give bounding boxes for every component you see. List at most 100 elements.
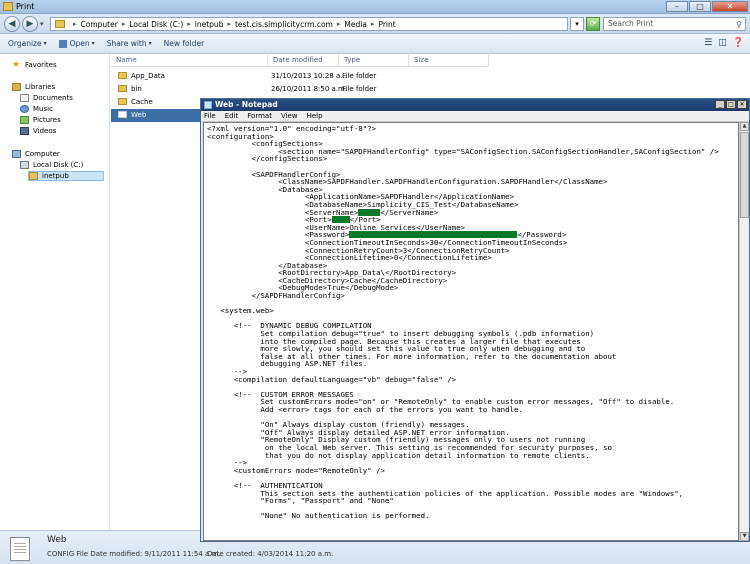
- organize-label: Organize: [8, 39, 42, 48]
- chevron-down-icon: ▾: [148, 40, 152, 47]
- code-line: </SAPDFHandlerConfig>: [207, 291, 345, 301]
- share-with-label: Share with: [106, 39, 147, 48]
- nav-videos-label: Videos: [33, 127, 57, 135]
- new-folder-label: New folder: [163, 39, 205, 48]
- view-options-icon[interactable]: ☰: [704, 38, 712, 48]
- computer-icon: [12, 150, 21, 158]
- pictures-icon: [20, 116, 29, 124]
- explorer-titlebar[interactable]: Print – □ ✕: [0, 0, 750, 14]
- nav-pictures[interactable]: Pictures: [20, 116, 61, 124]
- config-file-icon: [118, 111, 127, 118]
- chevron-right-icon: ▸: [370, 20, 375, 28]
- notepad-title: Web - Notepad: [215, 100, 278, 109]
- menu-edit[interactable]: Edit: [225, 112, 239, 120]
- scroll-down-arrow[interactable]: ▼: [740, 532, 749, 541]
- organize-button[interactable]: Organize ▾: [8, 39, 47, 48]
- chevron-right-icon: ▸: [73, 20, 77, 28]
- music-icon: [20, 105, 29, 113]
- chevron-right-icon: ▸: [227, 20, 231, 28]
- nav-documents[interactable]: Documents: [20, 94, 73, 102]
- notepad-vertical-scrollbar[interactable]: ▲ ▼: [739, 122, 749, 541]
- address-dropdown-button[interactable]: ▾: [570, 17, 584, 31]
- close-button[interactable]: ✕: [712, 1, 748, 12]
- menu-file[interactable]: File: [204, 112, 216, 120]
- navigation-pane: ★ Favorites Libraries Documents Music Pi…: [0, 55, 110, 530]
- column-name[interactable]: Name: [111, 55, 268, 67]
- menu-view[interactable]: View: [281, 112, 298, 120]
- preview-pane-icon[interactable]: ◫: [718, 38, 727, 48]
- scroll-thumb[interactable]: [740, 132, 749, 218]
- code-line: <customErrors mode="RemoteOnly" />: [207, 465, 385, 475]
- notepad-icon: [204, 101, 212, 109]
- refresh-button[interactable]: ⟳: [586, 17, 600, 31]
- column-type[interactable]: Type: [339, 55, 409, 67]
- details-date-created: Date created: 4/03/2014 11:20 a.m.: [207, 550, 334, 558]
- notepad-text-area[interactable]: <?xml version="1.0" encoding="utf-8"?> <…: [203, 122, 739, 541]
- breadcrumb-local-disk[interactable]: Local Disk (C:): [129, 20, 183, 29]
- address-field[interactable]: ▸ Computer ▸ Local Disk (C:) ▸ inetpub ▸…: [50, 17, 568, 31]
- notepad-titlebar[interactable]: Web - Notepad _ □ ✕: [201, 99, 749, 111]
- library-icon: [12, 83, 21, 91]
- recent-pages-dropdown[interactable]: ▾: [40, 20, 44, 28]
- breadcrumb-print[interactable]: Print: [378, 20, 395, 29]
- file-row-app-data[interactable]: App_Data 31/10/2013 10:28 a... File fold…: [111, 70, 750, 83]
- file-date: 26/10/2011 8:50 a.m.: [271, 85, 348, 93]
- nav-videos[interactable]: Videos: [20, 127, 56, 135]
- help-icon[interactable]: ❓: [733, 38, 744, 48]
- code-line: <system.web>: [207, 306, 274, 316]
- documents-icon: [20, 94, 29, 102]
- file-name: App_Data: [131, 72, 165, 80]
- scroll-up-arrow[interactable]: ▲: [740, 122, 749, 131]
- nav-computer[interactable]: Computer: [12, 150, 60, 158]
- notepad-window: Web - Notepad _ □ ✕ File Edit Format Vie…: [200, 98, 750, 542]
- search-input[interactable]: Search Print ⚲: [603, 17, 746, 31]
- file-date: 31/10/2013 10:28 a...: [271, 72, 347, 80]
- nav-local-disk[interactable]: Local Disk (C:): [20, 161, 83, 169]
- nav-pictures-label: Pictures: [33, 116, 61, 124]
- chevron-right-icon: ▸: [336, 20, 341, 28]
- config-file-icon: [10, 537, 30, 561]
- notepad-window-controls: _ □ ✕: [715, 100, 747, 109]
- details-file-name: Web: [47, 535, 67, 545]
- column-date-modified[interactable]: Date modified: [268, 55, 339, 67]
- disk-icon: [20, 161, 29, 169]
- breadcrumb-computer[interactable]: Computer: [81, 20, 118, 29]
- nav-local-disk-label: Local Disk (C:): [33, 161, 84, 169]
- column-size[interactable]: Size: [409, 55, 489, 67]
- menu-help[interactable]: Help: [307, 112, 323, 120]
- explorer-title: Print: [16, 2, 35, 11]
- nav-music-label: Music: [33, 105, 53, 113]
- maximize-button[interactable]: □: [689, 1, 711, 12]
- star-icon: ★: [12, 60, 21, 70]
- menu-format[interactable]: Format: [247, 112, 272, 120]
- open-label: Open: [69, 39, 90, 48]
- share-with-button[interactable]: Share with ▾: [107, 39, 152, 48]
- breadcrumb-media[interactable]: Media: [344, 20, 367, 29]
- nav-inetpub[interactable]: inetpub: [28, 171, 104, 181]
- notepad-close-button[interactable]: ✕: [737, 100, 747, 109]
- back-button[interactable]: ◀: [4, 16, 20, 32]
- code-line: "None" No authentication is performed.: [207, 511, 430, 521]
- nav-favorites-label: Favorites: [25, 61, 57, 69]
- folder-icon: [55, 20, 65, 28]
- folder-icon: [118, 72, 127, 79]
- chevron-down-icon: ▾: [91, 40, 95, 47]
- notepad-minimize-button[interactable]: _: [715, 100, 725, 109]
- new-folder-button[interactable]: New folder: [164, 39, 205, 48]
- file-name: bin: [131, 85, 142, 93]
- breadcrumb-inetpub[interactable]: inetpub: [195, 20, 224, 29]
- breadcrumb-site[interactable]: test.cis.simplicitycrm.com: [235, 20, 333, 29]
- minimize-button[interactable]: –: [666, 1, 688, 12]
- file-type: File folder: [342, 85, 377, 93]
- forward-button[interactable]: ▶: [22, 16, 38, 32]
- notepad-maximize-button[interactable]: □: [726, 100, 736, 109]
- videos-icon: [20, 127, 29, 135]
- open-button[interactable]: Open ▾: [58, 39, 95, 48]
- nav-libraries[interactable]: Libraries: [12, 83, 55, 91]
- nav-favorites[interactable]: ★ Favorites: [12, 60, 57, 70]
- search-icon[interactable]: ⚲: [736, 19, 742, 31]
- file-row-bin[interactable]: bin 26/10/2011 8:50 a.m. File folder: [111, 83, 750, 96]
- nav-computer-label: Computer: [25, 150, 60, 158]
- nav-music[interactable]: Music: [20, 105, 53, 113]
- chevron-right-icon: ▸: [121, 20, 126, 28]
